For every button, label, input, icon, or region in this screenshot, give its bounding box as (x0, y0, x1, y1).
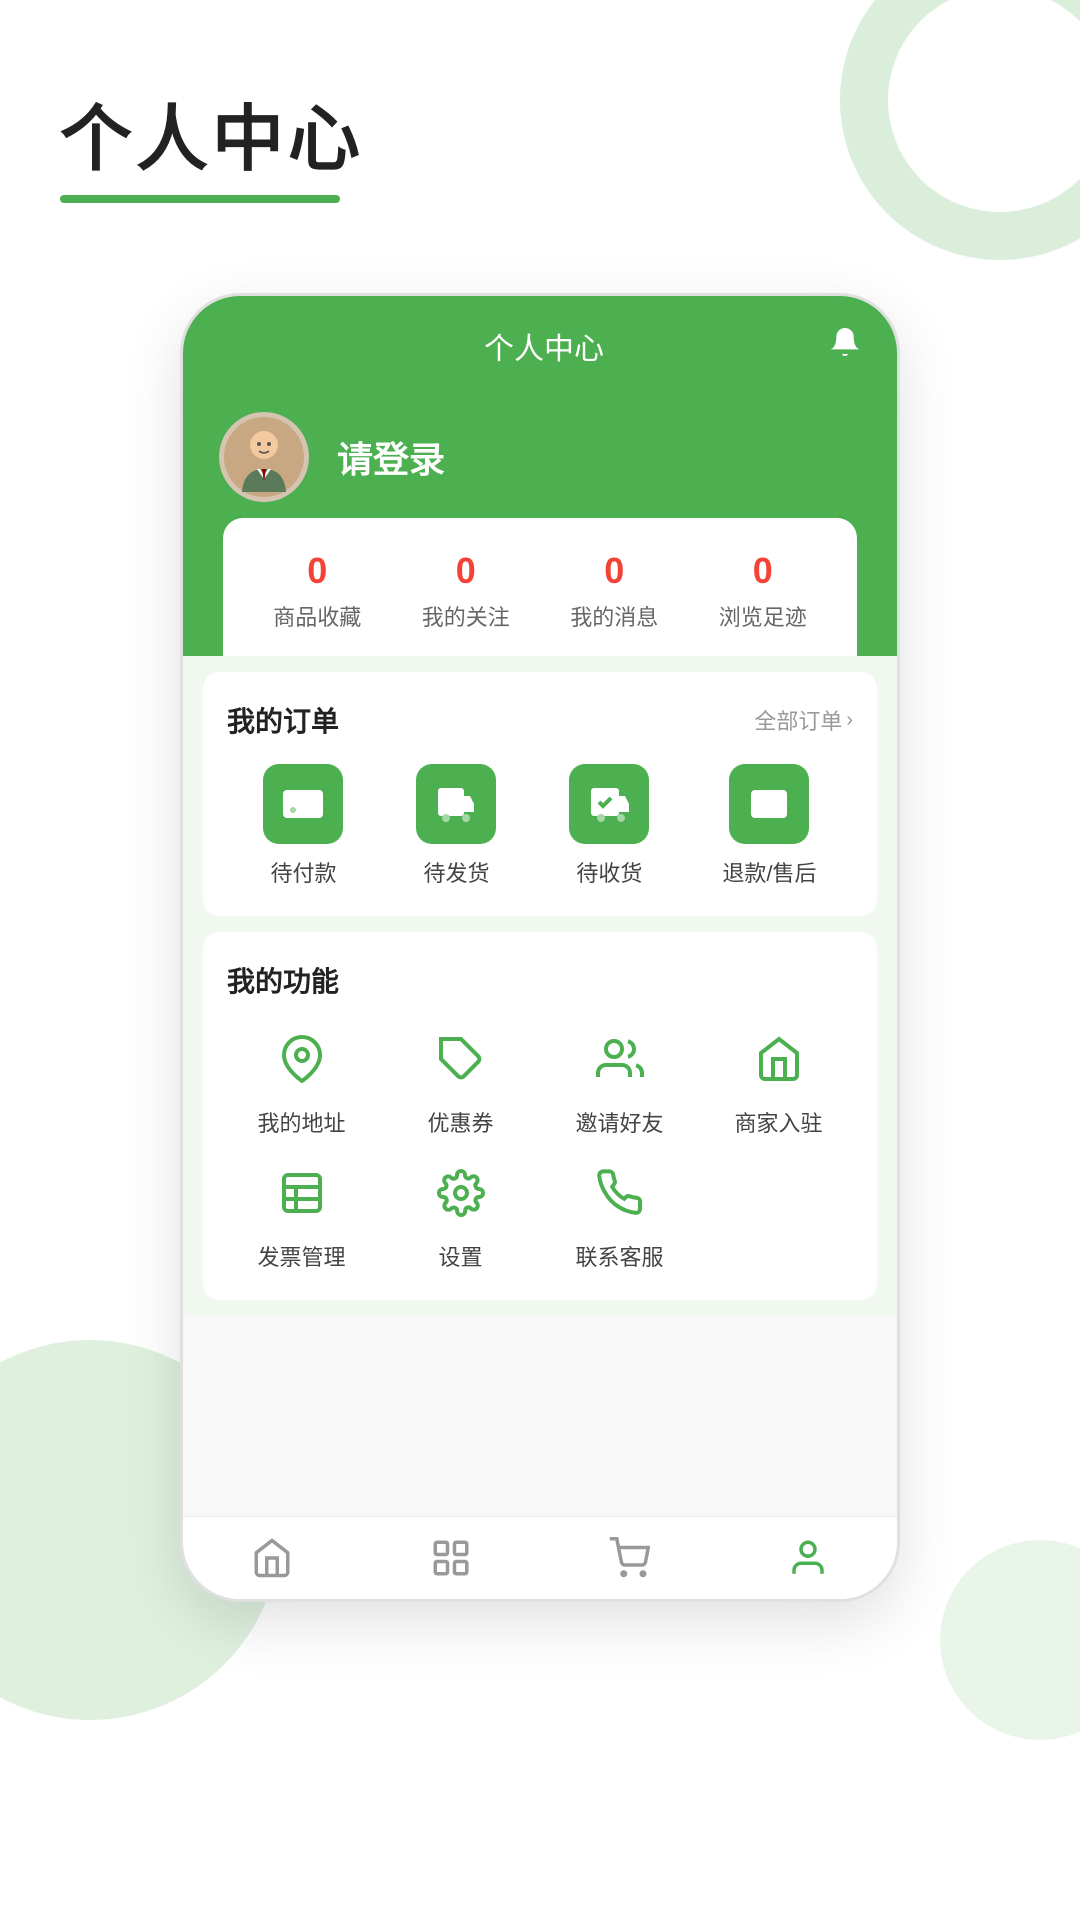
order-pending-pay[interactable]: 待付款 (263, 764, 343, 888)
header-title: 个人中心 (259, 324, 829, 368)
functions-title: 我的功能 (227, 960, 339, 1000)
svg-text:↩: ↩ (763, 799, 776, 816)
coupon-icon (426, 1024, 496, 1094)
stats-bar: 0 商品收藏 0 我的关注 0 我的消息 0 浏览足迹 (223, 518, 857, 656)
stat-following[interactable]: 0 我的关注 (422, 550, 510, 632)
function-service[interactable]: 联系客服 (545, 1158, 694, 1272)
orders-section: 我的订单 全部订单 › 待付款 待发货 (203, 672, 877, 916)
page-title: 个人中心 (60, 80, 364, 185)
avatar (219, 412, 309, 502)
refund-icon-box: ↩ (729, 764, 809, 844)
pending-ship-icon-box (416, 764, 496, 844)
stat-favorites[interactable]: 0 商品收藏 (273, 550, 361, 632)
phone-mockup: 个人中心 (180, 293, 900, 1602)
all-orders-link[interactable]: 全部订单 › (754, 704, 853, 736)
function-settings[interactable]: 设置 (386, 1158, 535, 1272)
invoice-icon (267, 1158, 337, 1228)
pending-pay-icon-box (263, 764, 343, 844)
function-invoice[interactable]: 发票管理 (227, 1158, 376, 1272)
order-refund[interactable]: ↩ 退款/售后 (722, 764, 816, 888)
orders-title: 我的订单 (227, 700, 339, 740)
functions-section: 我的功能 我的地址 (203, 932, 877, 1300)
nav-profile[interactable] (787, 1537, 829, 1579)
stat-messages[interactable]: 0 我的消息 (570, 550, 658, 632)
function-invite[interactable]: 邀请好友 (545, 1024, 694, 1138)
invite-icon (585, 1024, 655, 1094)
order-icons-row: 待付款 待发货 (227, 764, 853, 888)
nav-cart[interactable] (608, 1537, 650, 1579)
nav-home[interactable] (251, 1537, 293, 1579)
order-pending-ship[interactable]: 待发货 (416, 764, 496, 888)
login-prompt[interactable]: 请登录 (337, 431, 445, 483)
function-merchant[interactable]: 商家入驻 (704, 1024, 853, 1138)
function-grid: 我的地址 优惠券 (227, 1024, 853, 1272)
settings-icon (426, 1158, 496, 1228)
merchant-icon (744, 1024, 814, 1094)
chevron-right-icon: › (846, 709, 853, 732)
pending-receive-icon-box (569, 764, 649, 844)
bell-icon[interactable] (829, 326, 861, 366)
order-pending-receive[interactable]: 待收货 (569, 764, 649, 888)
address-icon (267, 1024, 337, 1094)
phone-header: 个人中心 (183, 296, 897, 392)
function-coupon[interactable]: 优惠券 (386, 1024, 535, 1138)
bottom-nav (183, 1516, 897, 1599)
stat-history[interactable]: 0 浏览足迹 (719, 550, 807, 632)
function-address[interactable]: 我的地址 (227, 1024, 376, 1138)
nav-category[interactable] (430, 1537, 472, 1579)
service-icon (585, 1158, 655, 1228)
